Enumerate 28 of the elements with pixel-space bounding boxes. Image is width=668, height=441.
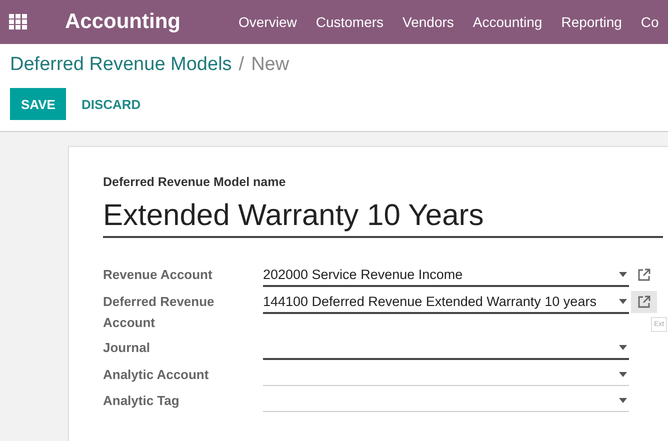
field-label: Analytic Account [103,366,210,384]
field-label: Journal [103,339,151,357]
save-button[interactable]: SAVE [10,88,66,120]
caret-icon [619,272,627,277]
breadcrumb-separator: / [238,54,244,76]
field-label: Deferred Revenue Account [103,293,216,332]
caret-icon [619,299,627,304]
apps-grid-icon[interactable] [9,14,27,30]
menu-item[interactable]: Reporting [561,14,622,30]
caret-icon [619,372,627,377]
menu-item[interactable]: Co [640,14,659,30]
caret-icon [619,398,627,403]
menu-item[interactable]: Overview [238,14,297,30]
breadcrumb-link[interactable]: Deferred Revenue Models [10,54,232,76]
external-link-icon [637,295,651,309]
breadcrumb-current: New [251,54,290,76]
select-field[interactable]: 202000 Service Revenue Income [263,264,629,287]
caret-icon [619,345,627,350]
discard-button[interactable]: DISCARD [70,88,152,120]
field-label: Analytic Tag [103,392,180,410]
menu-item[interactable]: Customers [316,14,384,30]
menu-item[interactable]: Accounting [472,14,542,30]
field-label: Deferred Revenue Model name [103,175,287,189]
external-link-icon [637,268,651,282]
field-label: Revenue Account [103,266,214,284]
app-name[interactable]: Accounting [65,10,180,34]
select-field[interactable]: 144100 Deferred Revenue Extended Warranty 10 years [263,291,629,314]
menu-item[interactable]: Vendors [402,14,454,30]
